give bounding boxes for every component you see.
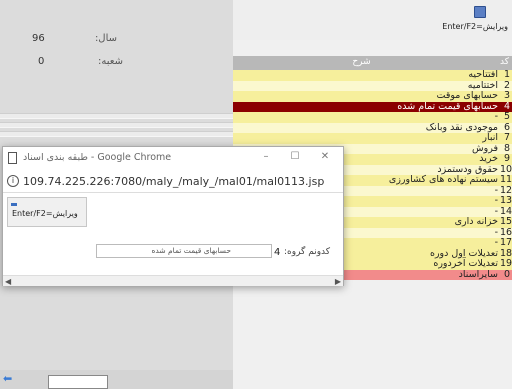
- popup-edit-button[interactable]: Enter/F2=ویرایش: [7, 197, 87, 227]
- divider: [0, 113, 233, 119]
- popup-content: Enter/F2=ویرایش کدونم گروه: 4 حسابهای قی…: [3, 194, 343, 274]
- info-icon[interactable]: i: [7, 175, 19, 187]
- year-field: سال: 96: [32, 33, 117, 47]
- row-code: 7: [503, 132, 510, 143]
- row-description: حسابهای قیمت تمام شده: [397, 100, 498, 112]
- back-arrow-icon[interactable]: ⬅: [3, 372, 17, 385]
- chrome-popup-window: طبقه بندی اسناد - Google Chrome – ☐ ✕ i …: [2, 146, 344, 286]
- popup-edit-button-label: Enter/F2=ویرایش: [12, 209, 78, 218]
- edit-icon: [11, 203, 17, 206]
- table-row[interactable]: حسابهای موقت 3: [233, 90, 512, 102]
- url-text[interactable]: 109.74.225.226:7080/maly_/maly_/mal01/ma…: [23, 175, 324, 188]
- table-row[interactable]: افتتاحیه 1: [233, 69, 512, 81]
- close-button[interactable]: ✕: [317, 151, 333, 165]
- branch-field: شعبه: 0: [38, 56, 123, 70]
- row-code: 1: [503, 69, 510, 80]
- group-number: 4: [274, 247, 281, 258]
- row-code: 13: [500, 195, 512, 206]
- bottom-input[interactable]: [48, 375, 108, 389]
- group-name-field[interactable]: حسابهای قیمت تمام شده: [96, 244, 272, 258]
- scroll-right-icon[interactable]: ▶: [335, 277, 341, 286]
- row-code: 15: [500, 216, 512, 227]
- toolbar: Enter/F2=ویرایش: [233, 0, 512, 40]
- horizontal-scrollbar[interactable]: ◀ ▶: [3, 275, 343, 286]
- table-row[interactable]: -5: [233, 111, 512, 123]
- year-value: 96: [32, 33, 45, 44]
- divider: [0, 122, 233, 128]
- table-row[interactable]: موجودی نقد وبانک 6: [233, 121, 512, 133]
- year-label: سال:: [94, 33, 117, 44]
- group-label: کدونم گروه:: [284, 247, 331, 257]
- row-description: انبار: [482, 132, 498, 143]
- edit-button-label: Enter/F2=ویرایش: [442, 22, 508, 31]
- header-code: کد: [499, 57, 509, 67]
- minimize-button[interactable]: –: [258, 151, 274, 165]
- branch-value: 0: [38, 56, 45, 67]
- popup-titlebar[interactable]: طبقه بندی اسناد - Google Chrome – ☐ ✕: [3, 147, 343, 171]
- scroll-left-icon[interactable]: ◀: [5, 277, 11, 286]
- divider: [0, 131, 233, 137]
- row-code: 11: [500, 174, 512, 185]
- row-code: 9: [503, 153, 510, 164]
- document-icon: [8, 152, 17, 164]
- edit-button[interactable]: Enter/F2=ویرایش: [438, 6, 508, 36]
- popup-title: طبقه بندی اسناد - Google Chrome: [23, 152, 172, 163]
- row-code: 3: [503, 90, 510, 101]
- table-row[interactable]: حسابهای قیمت تمام شده 4: [233, 100, 512, 112]
- table-header: شرح کد: [233, 56, 512, 70]
- row-code: 19: [500, 258, 512, 269]
- row-description: -: [494, 111, 498, 122]
- row-description: حسابهای موقت: [436, 90, 498, 101]
- branch-label: شعبه:: [98, 56, 123, 67]
- maximize-button[interactable]: ☐: [287, 151, 303, 165]
- address-bar[interactable]: i 109.74.225.226:7080/maly_/maly_/mal01/…: [3, 171, 343, 193]
- row-code: 5: [503, 111, 510, 122]
- row-code: 0: [503, 268, 510, 280]
- header-description: شرح: [352, 57, 371, 67]
- table-row[interactable]: انبار 7: [233, 132, 512, 144]
- bottom-bar: ⬅: [0, 370, 233, 389]
- row-description: موجودی نقد وبانک: [425, 121, 498, 133]
- row-code: 17: [500, 237, 512, 248]
- row-description: افتتاحیه: [468, 69, 498, 80]
- edit-icon: [474, 6, 486, 18]
